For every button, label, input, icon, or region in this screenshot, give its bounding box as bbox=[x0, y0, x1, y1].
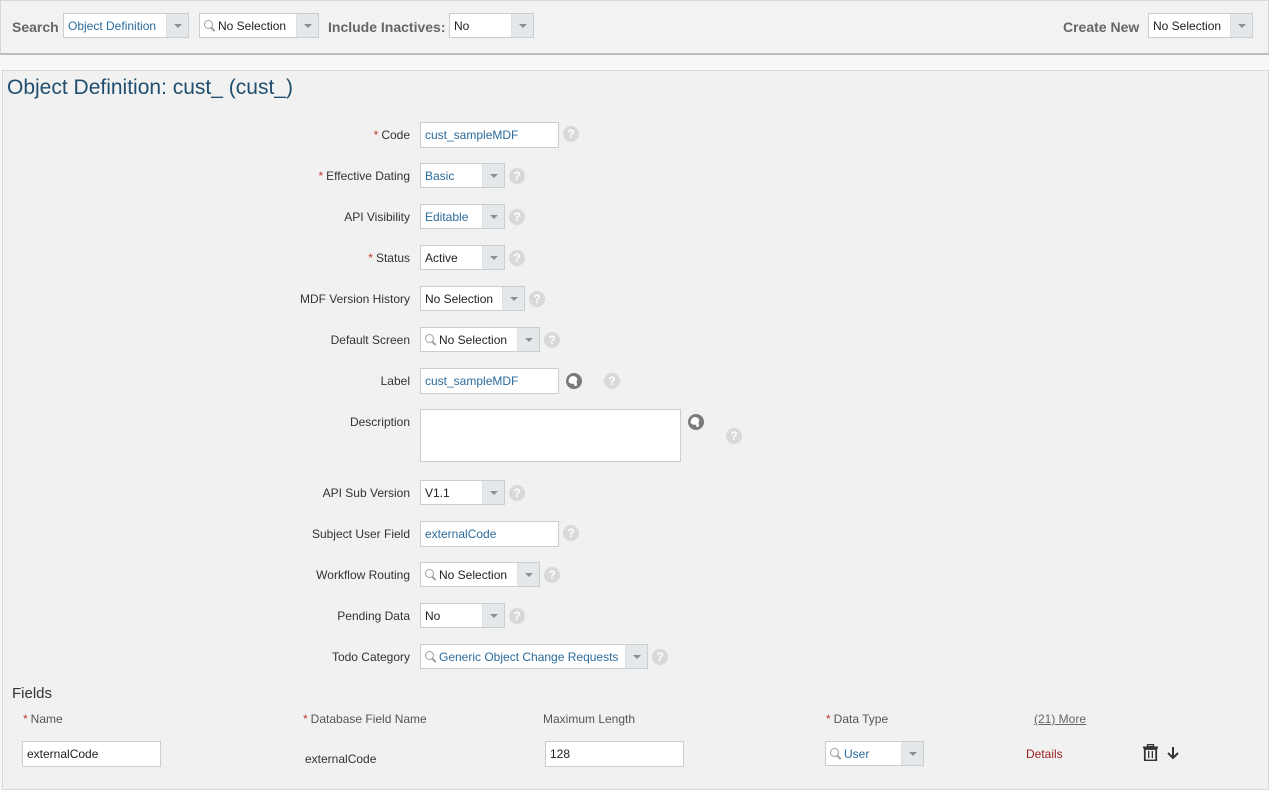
page-title: Object Definition: cust_ (cust_) bbox=[7, 76, 293, 99]
chevron-down-icon[interactable] bbox=[296, 14, 318, 37]
subject-user-field-label: Subject User Field bbox=[311, 527, 410, 541]
move-down-arrow-icon[interactable] bbox=[1166, 746, 1180, 760]
help-icon[interactable]: ? bbox=[652, 649, 668, 665]
include-inactives-label: Include Inactives: bbox=[328, 19, 446, 35]
label-input[interactable]: cust_sampleMDF bbox=[420, 368, 559, 394]
code-input[interactable]: cust_sampleMDF bbox=[420, 122, 559, 148]
field-data-type-value: User bbox=[844, 746, 870, 761]
help-icon[interactable]: ? bbox=[604, 373, 620, 389]
help-icon[interactable]: ? bbox=[563, 126, 579, 142]
search-type-select[interactable]: Object Definition bbox=[63, 13, 189, 38]
workflow-routing-value: No Selection bbox=[439, 567, 508, 582]
help-icon[interactable]: ? bbox=[544, 332, 560, 348]
help-icon[interactable]: ? bbox=[509, 250, 525, 266]
help-icon[interactable]: ? bbox=[509, 168, 525, 184]
search-icon bbox=[204, 20, 215, 31]
fields-section-title: Fields bbox=[12, 685, 53, 702]
mdf-version-history-select[interactable]: No Selection bbox=[420, 286, 525, 311]
search-object-value: No Selection bbox=[218, 18, 287, 33]
search-icon bbox=[830, 748, 841, 759]
column-header-database-field-name: * Database Field Name bbox=[303, 712, 427, 726]
chevron-down-icon[interactable] bbox=[625, 645, 647, 668]
api-visibility-label: API Visibility bbox=[344, 210, 410, 224]
default-screen-select[interactable]: No Selection bbox=[420, 327, 540, 352]
mdf-version-history-label: MDF Version History bbox=[299, 292, 410, 306]
field-database-name: externalCode bbox=[305, 752, 377, 766]
field-maximum-length-input[interactable]: 128 bbox=[545, 741, 684, 767]
label-field-label: Label bbox=[380, 374, 410, 388]
help-icon[interactable]: ? bbox=[509, 209, 525, 225]
api-sub-version-label: API Sub Version bbox=[322, 486, 410, 500]
api-visibility-value: Editable bbox=[425, 209, 469, 224]
todo-category-select[interactable]: Generic Object Change Requests bbox=[420, 644, 648, 669]
chevron-down-icon[interactable] bbox=[482, 205, 504, 228]
pending-data-select[interactable]: No bbox=[420, 603, 505, 628]
description-label: Description bbox=[349, 415, 410, 429]
chevron-down-icon[interactable] bbox=[901, 742, 923, 765]
search-type-value: Object Definition bbox=[68, 18, 157, 33]
chevron-down-icon[interactable] bbox=[511, 14, 533, 37]
description-textarea[interactable] bbox=[420, 409, 681, 462]
search-icon bbox=[425, 651, 436, 662]
help-icon[interactable]: ? bbox=[509, 608, 525, 624]
field-data-type-select[interactable]: User bbox=[825, 741, 924, 766]
field-details-link[interactable]: Details bbox=[1026, 747, 1063, 761]
search-object-select[interactable]: No Selection bbox=[199, 13, 319, 38]
effective-dating-select[interactable]: Basic bbox=[420, 163, 505, 188]
help-icon[interactable]: ? bbox=[726, 428, 742, 444]
create-new-value: No Selection bbox=[1153, 18, 1222, 33]
chevron-down-icon[interactable] bbox=[502, 287, 524, 310]
chevron-down-icon[interactable] bbox=[517, 328, 539, 351]
help-icon[interactable]: ? bbox=[529, 291, 545, 307]
help-icon[interactable]: ? bbox=[509, 485, 525, 501]
create-new-label: Create New bbox=[1063, 19, 1140, 35]
column-header-name: * Name bbox=[23, 712, 63, 726]
chevron-down-icon[interactable] bbox=[482, 604, 504, 627]
help-icon[interactable]: ? bbox=[563, 525, 579, 541]
effective-dating-value: Basic bbox=[425, 168, 455, 183]
status-value: Active bbox=[425, 250, 458, 265]
chevron-down-icon[interactable] bbox=[482, 481, 504, 504]
search-label: Search bbox=[12, 19, 59, 35]
include-inactives-value: No bbox=[454, 18, 470, 33]
trash-icon[interactable] bbox=[1143, 744, 1158, 761]
status-select[interactable]: Active bbox=[420, 245, 505, 270]
api-sub-version-select[interactable]: V1.1 bbox=[420, 480, 505, 505]
chevron-down-icon[interactable] bbox=[1230, 14, 1252, 37]
help-icon[interactable]: ? bbox=[544, 567, 560, 583]
include-inactives-select[interactable]: No bbox=[449, 13, 534, 38]
chevron-down-icon[interactable] bbox=[166, 14, 188, 37]
column-header-data-type: * Data Type bbox=[826, 712, 889, 726]
translate-globe-icon[interactable] bbox=[688, 414, 704, 430]
translate-globe-icon[interactable] bbox=[566, 373, 582, 389]
create-new-select[interactable]: No Selection bbox=[1148, 13, 1253, 38]
search-toolbar: Search Object Definition No Selection In… bbox=[0, 0, 1269, 55]
todo-category-label: Todo Category bbox=[331, 650, 410, 664]
default-screen-value: No Selection bbox=[439, 332, 508, 347]
field-name-input[interactable]: externalCode bbox=[22, 741, 161, 767]
search-icon bbox=[425, 569, 436, 580]
search-icon bbox=[425, 334, 436, 345]
pending-data-label: Pending Data bbox=[337, 609, 410, 623]
column-header-maximum-length: Maximum Length bbox=[543, 712, 636, 726]
workflow-routing-select[interactable]: No Selection bbox=[420, 562, 540, 587]
api-visibility-select[interactable]: Editable bbox=[420, 204, 505, 229]
pending-data-value: No bbox=[425, 608, 441, 623]
more-fields-link[interactable]: (21) More bbox=[1034, 712, 1086, 726]
code-label: * Code bbox=[373, 128, 410, 142]
todo-category-value: Generic Object Change Requests bbox=[439, 649, 619, 664]
subject-user-field-input[interactable]: externalCode bbox=[420, 521, 559, 547]
chevron-down-icon[interactable] bbox=[517, 563, 539, 586]
default-screen-label: Default Screen bbox=[330, 333, 410, 347]
workflow-routing-label: Workflow Routing bbox=[316, 568, 410, 582]
chevron-down-icon[interactable] bbox=[482, 246, 504, 269]
chevron-down-icon[interactable] bbox=[482, 164, 504, 187]
api-sub-version-value: V1.1 bbox=[425, 485, 450, 500]
effective-dating-label: * Effective Dating bbox=[318, 169, 411, 183]
status-label: * Status bbox=[368, 251, 410, 265]
mdf-version-history-value: No Selection bbox=[425, 291, 494, 306]
